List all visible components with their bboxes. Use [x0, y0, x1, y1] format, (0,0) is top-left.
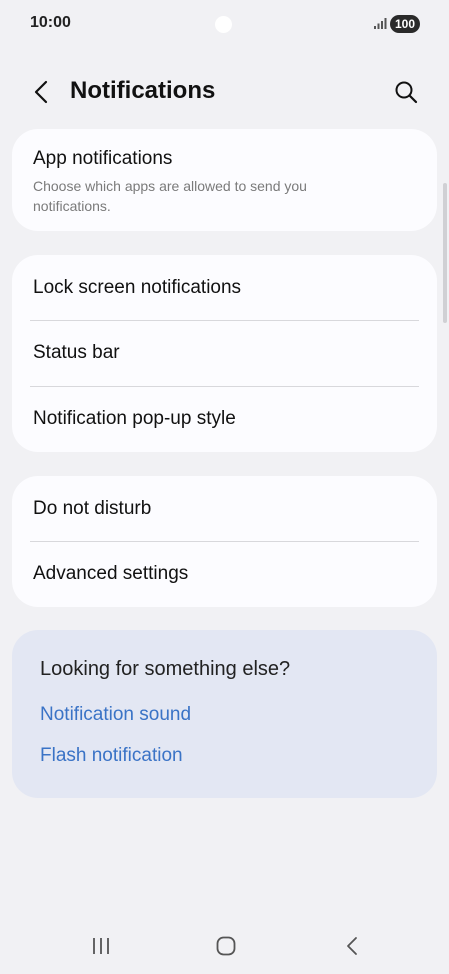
navigation-bar	[0, 920, 449, 974]
search-icon	[395, 81, 418, 104]
flash-notification-link[interactable]: Flash notification	[40, 745, 183, 767]
lock-status-popup-card: Lock screen notifications Status bar Not…	[12, 255, 437, 452]
scrollbar[interactable]	[443, 183, 447, 323]
recents-button[interactable]	[81, 930, 121, 962]
search-button[interactable]	[390, 76, 422, 108]
lock-screen-notifications-title: Lock screen notifications	[33, 277, 242, 298]
status-bar-row[interactable]: Status bar	[12, 321, 437, 387]
lock-screen-notifications-row[interactable]: Lock screen notifications	[12, 255, 437, 321]
app-notifications-title: App notifications	[33, 148, 173, 169]
suggestions-title: Looking for something else?	[40, 658, 291, 680]
app-notifications-card: App notifications Choose which apps are …	[12, 129, 437, 231]
app-notifications-row[interactable]: App notifications Choose which apps are …	[12, 129, 437, 216]
advanced-settings-title: Advanced settings	[33, 563, 189, 584]
notification-sound-link[interactable]: Notification sound	[40, 704, 191, 726]
notification-popup-style-title: Notification pop-up style	[33, 408, 236, 429]
status-bar-title: Status bar	[33, 342, 120, 363]
notification-popup-style-row[interactable]: Notification pop-up style	[12, 387, 437, 452]
signal-icon	[374, 18, 387, 29]
back-button[interactable]	[26, 76, 58, 108]
nav-back-button[interactable]	[331, 930, 371, 962]
app-notifications-subtitle: Choose which apps are allowed to send yo…	[33, 178, 307, 214]
home-button[interactable]	[206, 930, 246, 962]
dnd-advanced-card: Do not disturb Advanced settings	[12, 476, 437, 607]
advanced-settings-row[interactable]: Advanced settings	[12, 542, 437, 607]
chevron-left-icon	[34, 80, 48, 104]
do-not-disturb-title: Do not disturb	[33, 498, 152, 519]
home-icon	[216, 936, 236, 956]
status-time: 10:00	[30, 14, 71, 31]
app-bar: Notifications	[0, 64, 449, 120]
suggestions-card: Looking for something else? Notification…	[12, 630, 437, 798]
do-not-disturb-row[interactable]: Do not disturb	[12, 476, 437, 542]
page-title: Notifications	[70, 77, 216, 104]
battery-icon: 100	[390, 15, 421, 33]
recents-icon	[93, 938, 109, 954]
status-bar: 10:00 100	[0, 0, 449, 48]
back-icon	[347, 937, 357, 955]
camera-cutout	[215, 16, 232, 33]
